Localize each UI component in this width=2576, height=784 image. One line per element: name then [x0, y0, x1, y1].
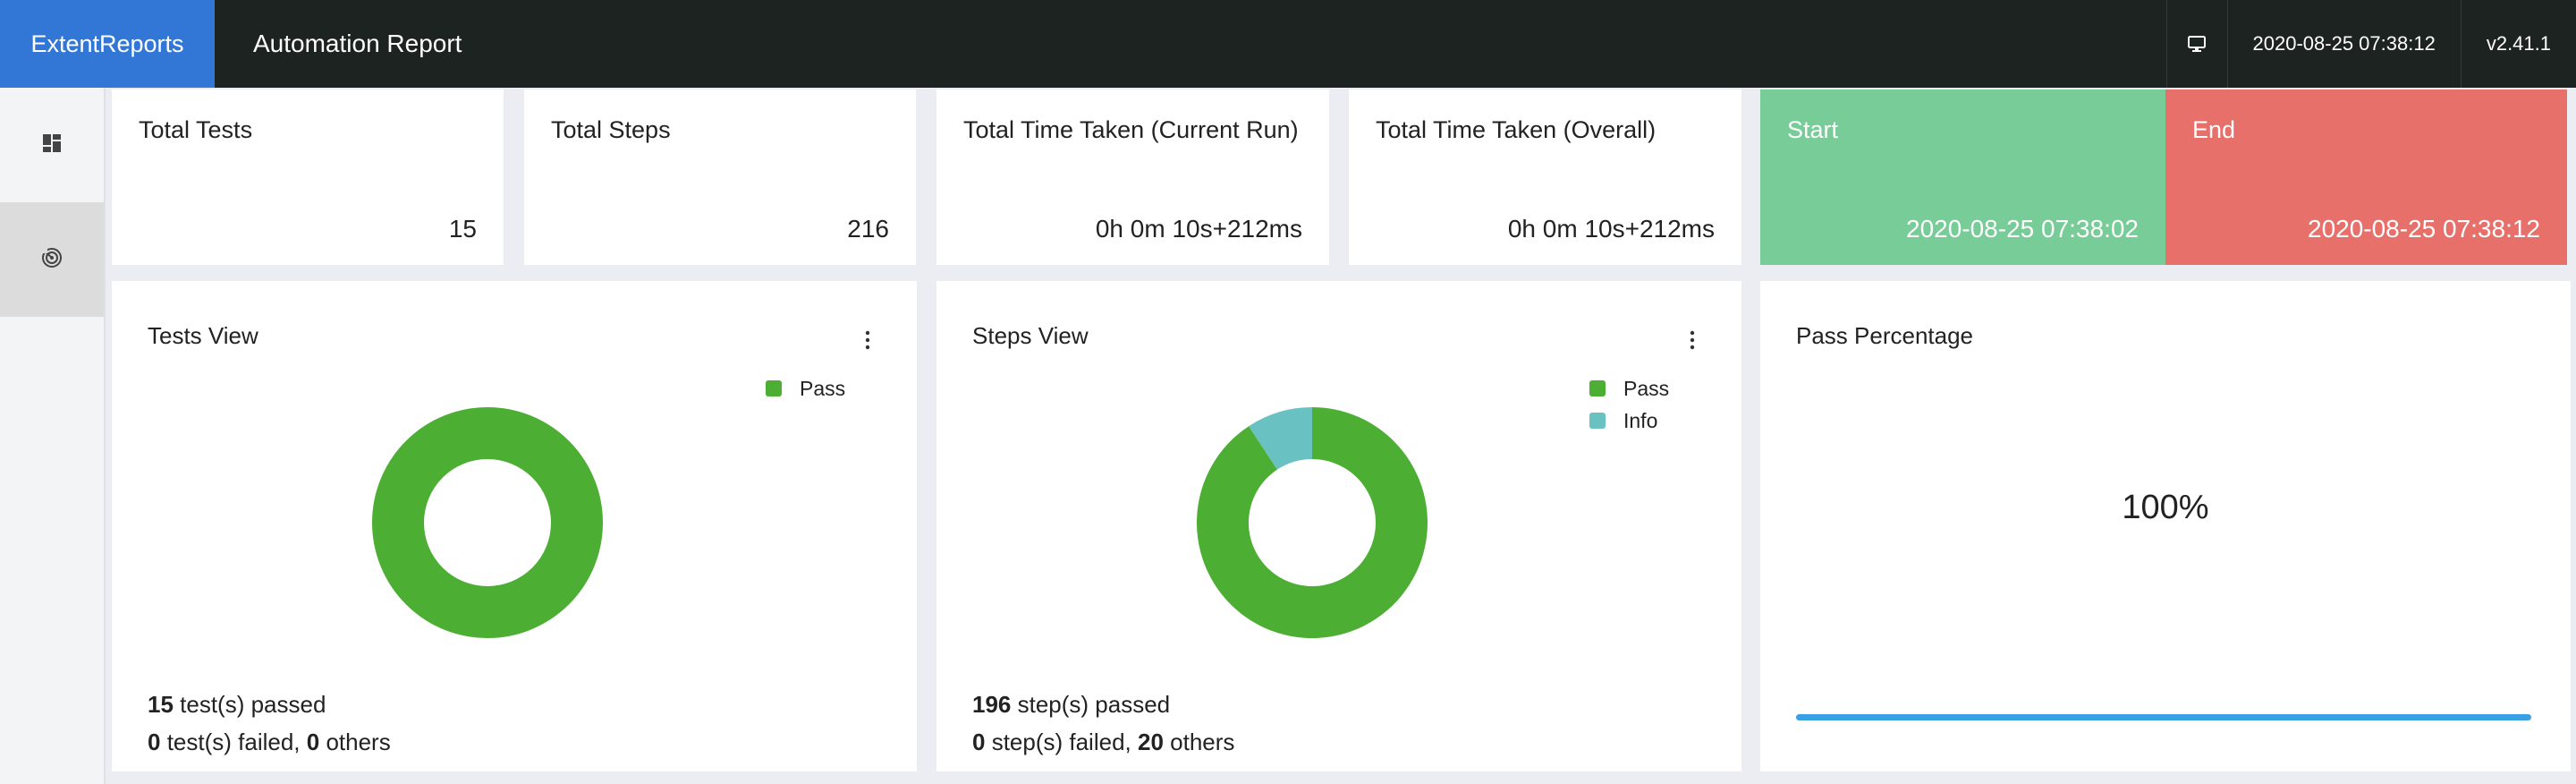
tests-donut-chart	[372, 407, 603, 638]
panel-title: Pass Percentage	[1796, 322, 1974, 349]
radar-icon	[40, 245, 64, 274]
failed-count: 0	[148, 729, 161, 755]
pass-progress-bar	[1796, 714, 2531, 720]
passed-count: 15	[148, 691, 174, 718]
steps-legend: Pass Info	[1589, 372, 1669, 437]
stat-value: 2020-08-25 07:38:12	[2308, 215, 2540, 243]
legend-label: Info	[1623, 408, 1658, 432]
others-count: 20	[1137, 729, 1164, 755]
tests-legend: Pass	[766, 372, 845, 405]
stat-label: Total Steps	[551, 116, 671, 143]
failed-text: step(s) failed,	[985, 729, 1138, 755]
more-options-icon[interactable]	[865, 329, 870, 351]
stat-label: Start	[1787, 116, 1839, 143]
failed-count: 0	[972, 729, 986, 755]
others-text: others	[319, 729, 391, 755]
pass-percentage-panel: Pass Percentage 100%	[1760, 281, 2571, 771]
sidebar-item-dashboard[interactable]	[0, 88, 104, 202]
stat-value: 15	[448, 215, 477, 243]
stat-time-current-run: Total Time Taken (Current Run) 0h 0m 10s…	[936, 89, 1329, 265]
tests-view-panel: Tests View Pass 15 test(s) passed 0 test…	[112, 281, 917, 771]
stat-value: 0h 0m 10s+212ms	[1507, 215, 1715, 243]
monitor-icon[interactable]	[2165, 0, 2227, 88]
steps-donut-chart	[1197, 407, 1428, 638]
top-navbar: ExtentReports Automation Report 2020-08-…	[0, 0, 2576, 88]
sidebar	[0, 88, 106, 784]
stat-label: Total Tests	[139, 116, 253, 143]
panel-title: Steps View	[972, 322, 1089, 349]
failed-text: test(s) failed,	[160, 729, 307, 755]
sidebar-item-analytics[interactable]	[0, 202, 104, 317]
legend-item[interactable]: Info	[1589, 405, 1669, 437]
stat-start-time: Start 2020-08-25 07:38:02	[1760, 89, 2165, 265]
legend-swatch	[1589, 380, 1606, 396]
slice-pass[interactable]	[372, 407, 603, 638]
stat-time-overall: Total Time Taken (Overall) 0h 0m 10s+212…	[1349, 89, 1741, 265]
passed-text: test(s) passed	[173, 691, 326, 718]
stat-total-tests: Total Tests 15	[112, 89, 504, 265]
version-label: v2.41.1	[2460, 0, 2576, 88]
stat-total-steps: Total Steps 216	[524, 89, 916, 265]
legend-item[interactable]: Pass	[1589, 372, 1669, 405]
steps-view-panel: Steps View Pass Info 196 step(s) passed …	[936, 281, 1741, 771]
passed-count: 196	[972, 691, 1012, 718]
more-options-icon[interactable]	[1690, 329, 1695, 351]
stat-label: Total Time Taken (Current Run)	[963, 116, 1299, 143]
tests-passed-summary: 15 test(s) passed	[148, 691, 326, 719]
pass-progress-fill	[1796, 714, 2531, 720]
others-count: 0	[306, 729, 320, 755]
stat-label: End	[2192, 116, 2236, 143]
stat-value: 0h 0m 10s+212ms	[1095, 215, 1302, 243]
panel-title: Tests View	[148, 322, 258, 349]
dashboard-icon	[42, 133, 62, 158]
tests-failed-summary: 0 test(s) failed, 0 others	[148, 729, 391, 756]
legend-label: Pass	[800, 376, 846, 400]
brand-logo[interactable]: ExtentReports	[0, 0, 215, 88]
legend-swatch	[1589, 413, 1606, 429]
stat-value: 2020-08-25 07:38:02	[1906, 215, 2139, 243]
legend-swatch	[766, 380, 782, 396]
stat-label: Total Time Taken (Overall)	[1376, 116, 1657, 143]
legend-label: Pass	[1623, 376, 1670, 400]
steps-failed-summary: 0 step(s) failed, 20 others	[972, 729, 1234, 756]
navbar-right: 2020-08-25 07:38:12 v2.41.1	[2165, 0, 2576, 88]
legend-item[interactable]: Pass	[766, 372, 845, 405]
others-text: others	[1163, 729, 1235, 755]
stat-value: 216	[847, 215, 889, 243]
pass-percentage-value: 100%	[2122, 489, 2209, 526]
stat-end-time: End 2020-08-25 07:38:12	[2165, 89, 2567, 265]
passed-text: step(s) passed	[1011, 691, 1171, 718]
report-title: Automation Report	[253, 30, 462, 57]
steps-passed-summary: 196 step(s) passed	[972, 691, 1170, 719]
report-timestamp: 2020-08-25 07:38:12	[2226, 0, 2461, 88]
